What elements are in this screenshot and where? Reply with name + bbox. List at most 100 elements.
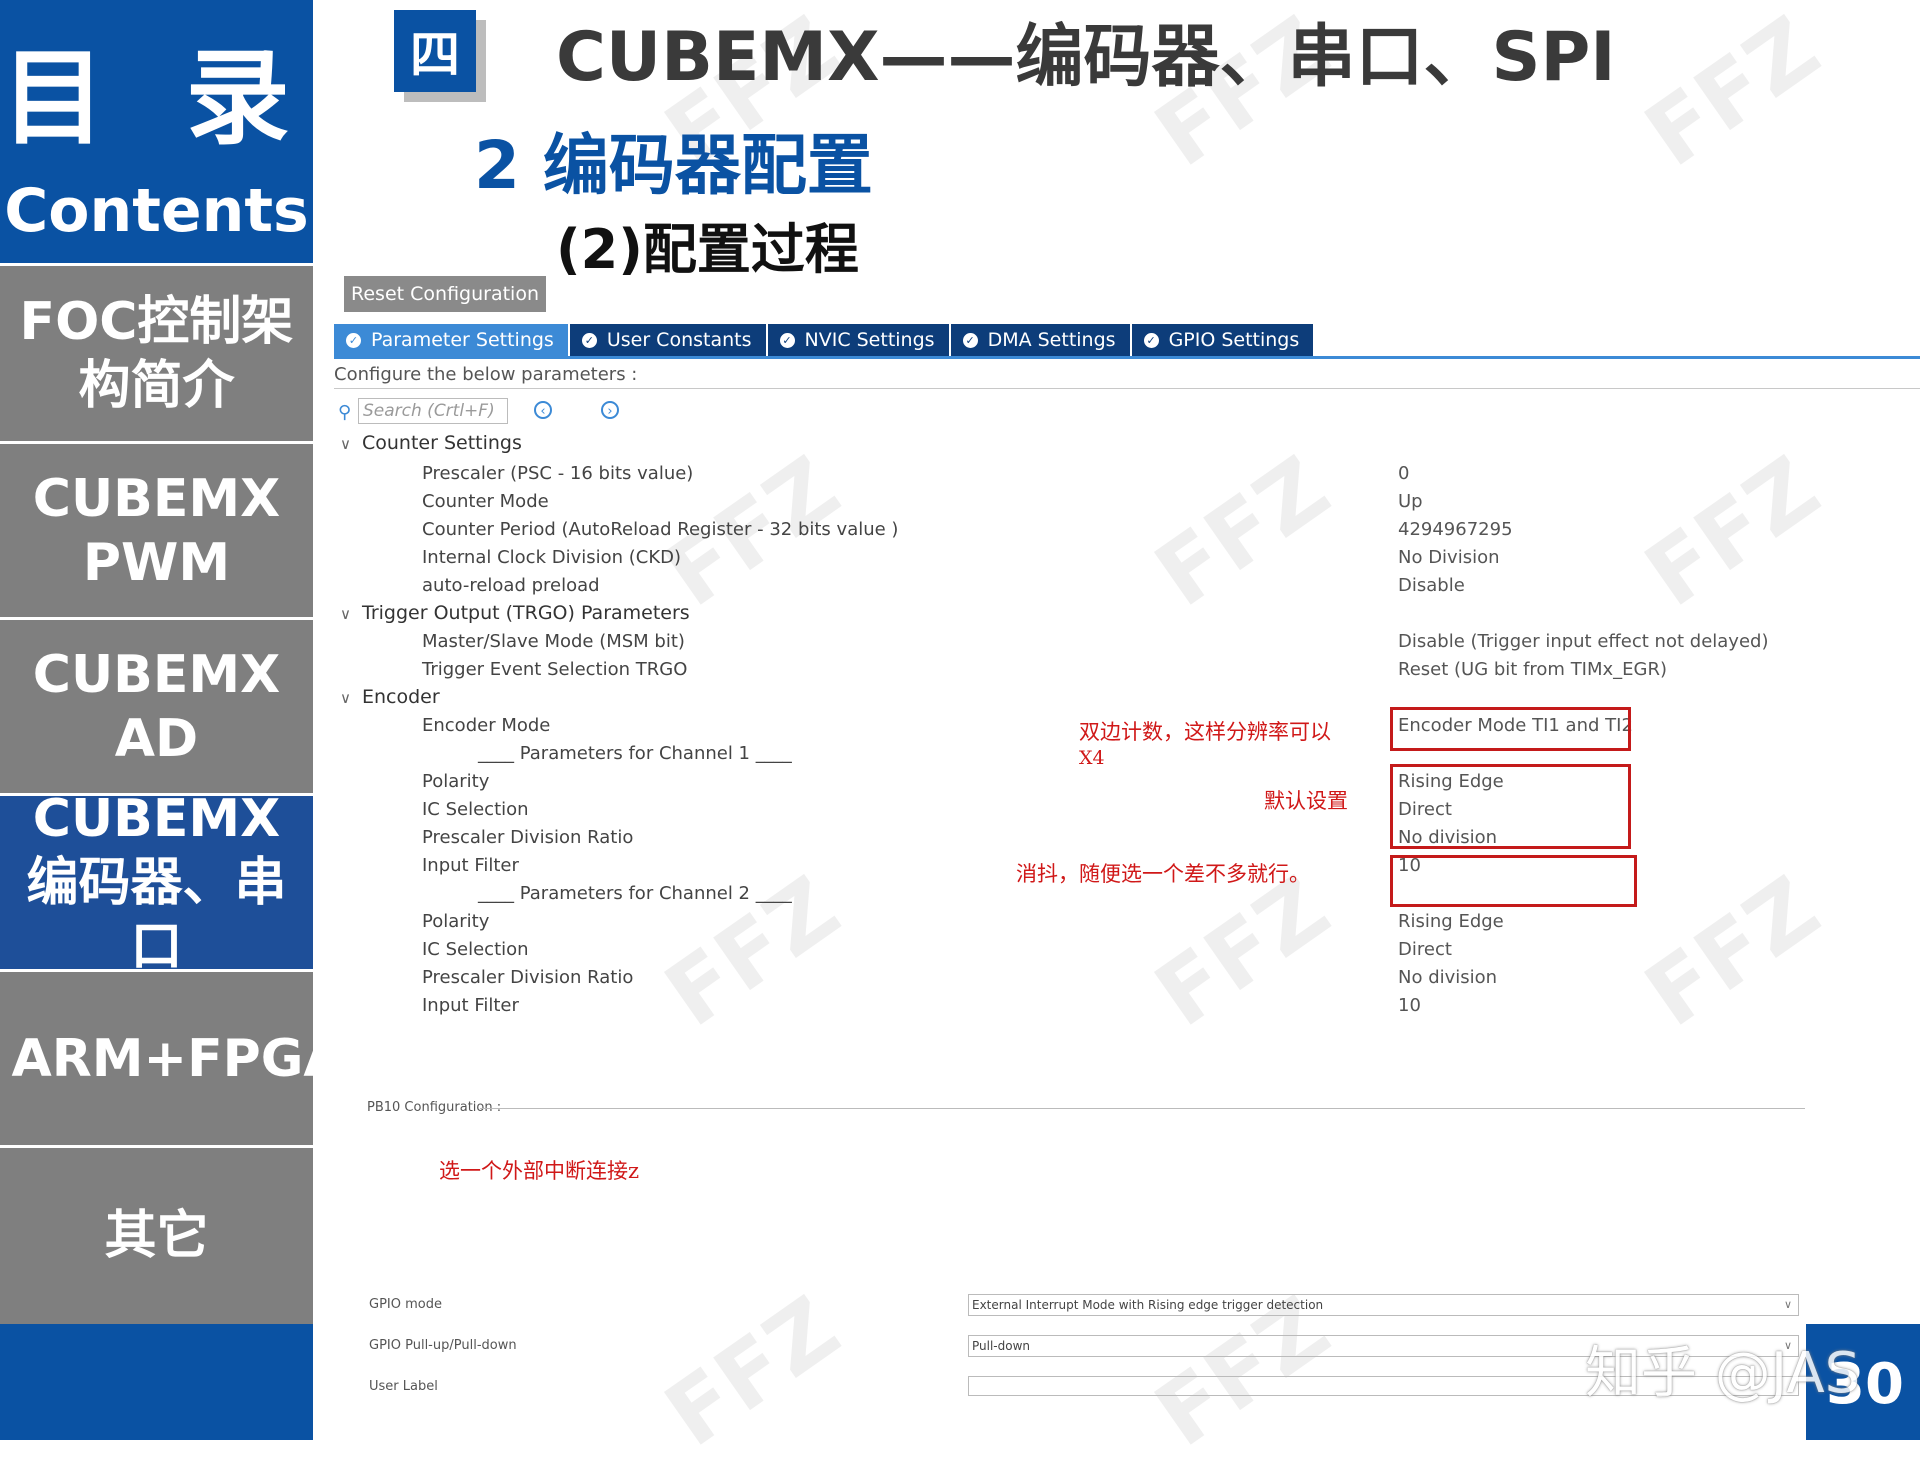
tab-label: Parameter Settings [371, 329, 554, 351]
sidebar-item-other[interactable]: 其它 [0, 1145, 313, 1324]
sidebar-item-ad[interactable]: CUBEMX AD [0, 617, 313, 793]
param-label: Prescaler Division Ratio [422, 967, 634, 988]
ffz-watermark: FFZ [1137, 436, 1347, 627]
param-label: Encoder Mode [422, 715, 551, 736]
sidebar-item-label: CUBEMX AD [32, 644, 281, 769]
param-label: Prescaler Division Ratio [422, 827, 634, 848]
zhihu-watermark: 知乎 @JAS [1585, 1341, 1861, 1406]
param-label: Polarity [422, 771, 490, 792]
sidebar-item-label: 其它 [104, 1206, 209, 1266]
sidebar-item-pwm[interactable]: CUBEMX PWM [0, 441, 313, 617]
param-value[interactable]: No Division [1398, 547, 1500, 568]
step-title: (2)配置过程 [556, 218, 859, 281]
sidebar: 目 录 Contents FOC控制架构简介 CUBEMX PWM CUBEMX… [0, 0, 344, 1440]
annotation-encoder-mode-x4: X4 [1079, 747, 1105, 769]
gpio-mode-select[interactable]: External Interrupt Mode with Rising edge… [968, 1294, 1799, 1316]
search-input[interactable]: Search (Crtl+F) [358, 398, 508, 424]
tab-user-constants[interactable]: ✓ User Constants [569, 324, 766, 356]
param-value[interactable]: Disable [1398, 575, 1465, 596]
sidebar-item-arm-fpga[interactable]: ARM+FPGA [0, 969, 344, 1145]
group-label: Trigger Output (TRGO) Parameters [362, 602, 690, 624]
tab-label: User Constants [606, 329, 752, 351]
tab-label: GPIO Settings [1168, 329, 1300, 351]
group-label: Encoder [362, 686, 440, 708]
tab-parameter-settings[interactable]: ✓ Parameter Settings [334, 324, 568, 356]
param-value[interactable]: 10 [1398, 995, 1421, 1016]
section-badge: 四 [394, 10, 476, 92]
reset-configuration-button[interactable]: Reset Configuration [344, 276, 546, 312]
param-label: Input Filter [422, 995, 519, 1016]
param-value[interactable]: 0 [1398, 463, 1409, 484]
highlight-input-filter [1390, 855, 1637, 907]
highlight-encoder-mode [1390, 707, 1631, 751]
ffz-watermark: FFZ [647, 1276, 857, 1466]
tab-label: NVIC Settings [804, 329, 935, 351]
tab-label: DMA Settings [987, 329, 1116, 351]
check-circle-icon: ✓ [962, 332, 978, 348]
tab-underline [334, 356, 1920, 359]
select-value: Pull-down [972, 1339, 1031, 1353]
contents-title-en: Contents [4, 176, 309, 246]
group-trigger-output[interactable]: ∨ Trigger Output (TRGO) Parameters [340, 602, 690, 624]
previous-result-icon[interactable]: ‹ [534, 401, 552, 419]
ffz-watermark: FFZ [1627, 436, 1837, 627]
sidebar-item-foc[interactable]: FOC控制架构简介 [0, 263, 313, 441]
gpio-mode-label: GPIO mode [369, 1297, 442, 1312]
gpio-pull-label: GPIO Pull-up/Pull-down [369, 1338, 517, 1353]
param-label: Counter Mode [422, 491, 549, 512]
channel-1-heading: ____ Parameters for Channel 1 ____ [478, 743, 792, 764]
param-value[interactable]: Direct [1398, 939, 1452, 960]
tab-nvic-settings[interactable]: ✓ NVIC Settings [767, 324, 949, 356]
param-label: Input Filter [422, 855, 519, 876]
check-circle-icon: ✓ [1143, 332, 1159, 348]
param-value[interactable]: Reset (UG bit from TIMx_EGR) [1398, 659, 1667, 680]
check-circle-icon: ✓ [581, 332, 597, 348]
annotation-default: 默认设置 [1264, 789, 1348, 813]
channel-2-heading: ____ Parameters for Channel 2 ____ [478, 883, 792, 904]
param-label: auto-reload preload [422, 575, 600, 596]
param-value[interactable]: Up [1398, 491, 1423, 512]
param-label: Counter Period (AutoReload Register - 32… [422, 519, 899, 540]
group-label: Counter Settings [362, 432, 522, 454]
config-caption: Configure the below parameters : [334, 364, 638, 385]
user-label-label: User Label [369, 1379, 438, 1394]
sidebar-item-label: ARM+FPGA [11, 1028, 344, 1089]
tab-gpio-settings[interactable]: ✓ GPIO Settings [1131, 324, 1314, 356]
tab-dma-settings[interactable]: ✓ DMA Settings [950, 324, 1130, 356]
param-label: IC Selection [422, 799, 529, 820]
settings-tabs: ✓ Parameter Settings ✓ User Constants ✓ NVI… [334, 324, 1315, 356]
contents-title-cn: 目 录 [1, 37, 312, 159]
select-value: External Interrupt Mode with Rising edge… [972, 1298, 1324, 1312]
sidebar-item-label: CUBEMX PWM [32, 468, 281, 593]
contents-header: 目 录 Contents [0, 0, 313, 263]
sidebar-item-label: CUBEMX编码器、串口 [26, 793, 287, 969]
sidebar-item-encoder-uart[interactable]: CUBEMX编码器、串口 [0, 793, 313, 969]
annotation-pb10: 选一个外部中断连接z [439, 1159, 640, 1183]
page-subtitle: 2 编码器配置 [474, 127, 873, 204]
next-result-icon[interactable]: › [601, 401, 619, 419]
param-value[interactable]: 4294967295 [1398, 519, 1513, 540]
page-title: CUBEMX——编码器、串口、SPI [556, 18, 1616, 97]
divider [334, 388, 1920, 389]
chevron-down-icon: ∨ [340, 605, 351, 623]
sidebar-footer [0, 1324, 313, 1440]
param-value[interactable]: Disable (Trigger input effect not delaye… [1398, 631, 1768, 652]
chevron-down-icon: ∨ [340, 435, 351, 453]
param-value[interactable]: Rising Edge [1398, 911, 1504, 932]
group-encoder[interactable]: ∨ Encoder [340, 686, 440, 708]
param-label: Internal Clock Division (CKD) [422, 547, 682, 568]
highlight-default-settings [1390, 764, 1631, 849]
annotation-filter: 消抖，随便选一个差不多就行。 [1016, 862, 1310, 886]
annotation-encoder-mode: 双边计数，这样分辨率可以 [1079, 720, 1331, 744]
param-label: Master/Slave Mode (MSM bit) [422, 631, 685, 652]
check-circle-icon: ✓ [346, 332, 361, 348]
divider [480, 1108, 1805, 1109]
check-circle-icon: ✓ [779, 332, 795, 348]
param-value[interactable]: No division [1398, 967, 1497, 988]
ffz-watermark: FFZ [1627, 856, 1837, 1047]
ffz-watermark: FFZ [1627, 0, 1837, 187]
param-label: Trigger Event Selection TRGO [422, 659, 688, 680]
search-icon: ⚲ [338, 402, 352, 423]
group-counter-settings[interactable]: ∨ Counter Settings [340, 432, 522, 454]
param-label: IC Selection [422, 939, 529, 960]
